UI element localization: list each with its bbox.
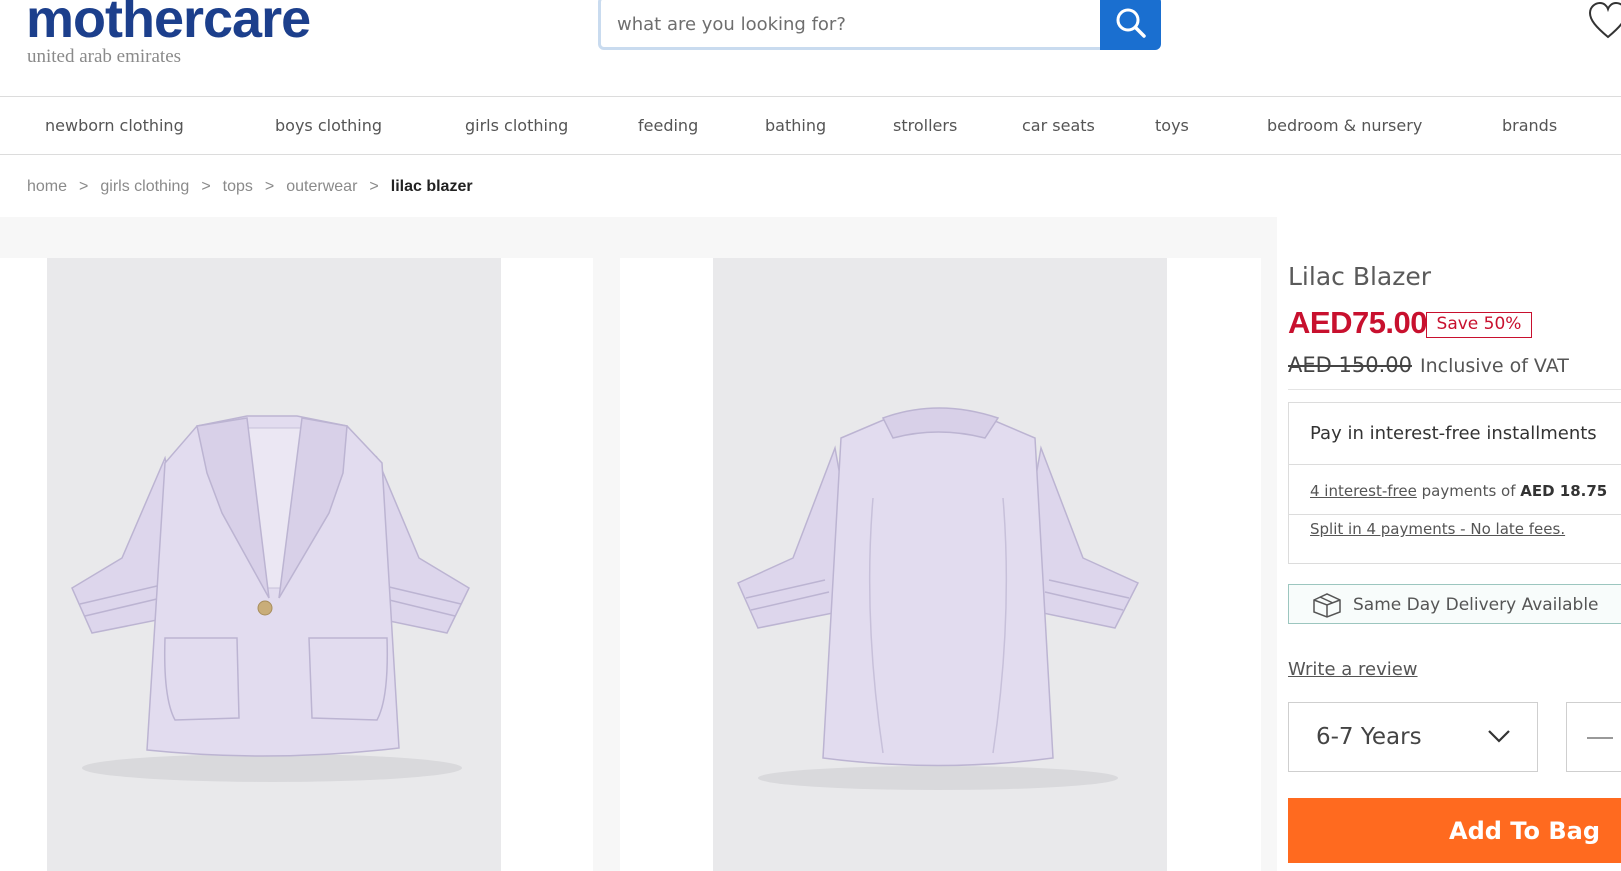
minus-icon[interactable] xyxy=(1587,737,1613,739)
site-region: united arab emirates xyxy=(27,46,182,67)
installments-line: 4 interest-free payments of AED 18.75 xyxy=(1310,482,1607,500)
installments-header: Pay in interest-free installments xyxy=(1289,403,1621,465)
breadcrumb-separator: > xyxy=(369,178,379,195)
nav-item-bedroom-nursery[interactable]: bedroom & nursery xyxy=(1267,116,1422,135)
nav-item-newborn-clothing[interactable]: newborn clothing xyxy=(45,116,184,135)
size-selected: 6-7 Years xyxy=(1316,724,1422,750)
installments-title: Pay in interest-free installments xyxy=(1310,423,1597,444)
nav-item-feeding[interactable]: feeding xyxy=(638,116,698,135)
installment-amount: AED 18.75 xyxy=(1520,482,1608,500)
search-box xyxy=(598,0,1160,50)
product-price: AED75.00 xyxy=(1288,305,1428,340)
breadcrumb-home[interactable]: home xyxy=(27,178,67,196)
product-title: Lilac Blazer xyxy=(1288,262,1432,291)
breadcrumb-separator: > xyxy=(201,178,211,195)
nav-item-bathing[interactable]: bathing xyxy=(765,116,826,135)
product-image-back[interactable] xyxy=(713,258,1167,871)
breadcrumb-outerwear[interactable]: outerwear xyxy=(286,178,357,196)
breadcrumb-separator: > xyxy=(264,178,275,195)
breadcrumb-girls-clothing[interactable]: girls clothing xyxy=(100,178,189,196)
vat-note: Inclusive of VAT xyxy=(1420,355,1569,377)
delivery-text: Same Day Delivery Available xyxy=(1353,595,1599,615)
search-icon xyxy=(1116,8,1146,38)
breadcrumb: home > girls clothing > tops > outerwear > lilac… xyxy=(27,178,473,196)
breadcrumb-tops[interactable]: tops xyxy=(223,178,253,196)
nav-item-brands[interactable]: brands xyxy=(1502,116,1557,135)
same-day-delivery-banner: Same Day Delivery Available xyxy=(1288,584,1621,624)
search-input[interactable] xyxy=(617,9,1087,39)
nav-item-strollers[interactable]: strollers xyxy=(893,116,957,135)
main-nav: newborn clothing boys clothing girls clo… xyxy=(0,96,1621,155)
installments-link[interactable]: 4 interest-free xyxy=(1310,482,1417,500)
add-to-bag-button[interactable]: Add To Bag xyxy=(1288,798,1621,863)
split-payments-link[interactable]: Split in 4 payments - No late fees. xyxy=(1310,520,1565,538)
save-badge: Save 50% xyxy=(1426,312,1532,338)
box-icon xyxy=(1313,593,1341,618)
nav-item-girls-clothing[interactable]: girls clothing xyxy=(465,116,568,135)
breadcrumb-separator: > xyxy=(79,178,89,195)
chevron-down-icon xyxy=(1488,730,1510,743)
divider xyxy=(1288,389,1621,390)
nav-item-car-seats[interactable]: car seats xyxy=(1022,116,1095,135)
product-image-front[interactable] xyxy=(47,258,501,871)
installments-mid-text: payments of xyxy=(1416,482,1521,500)
quantity-stepper[interactable] xyxy=(1566,702,1621,772)
site-header: mothercare united arab emirates xyxy=(0,0,1621,96)
size-select[interactable]: 6-7 Years xyxy=(1288,702,1538,772)
installments-row: 4 interest-free payments of AED 18.75 xyxy=(1289,465,1621,515)
heart-icon[interactable] xyxy=(1588,2,1621,42)
write-review-link[interactable]: Write a review xyxy=(1288,659,1418,680)
breadcrumb-current: lilac blazer xyxy=(390,178,473,195)
installments-box: Pay in interest-free installments 4 inte… xyxy=(1288,402,1621,564)
search-button[interactable] xyxy=(1100,0,1161,50)
nav-item-boys-clothing[interactable]: boys clothing xyxy=(275,116,382,135)
nav-item-toys[interactable]: toys xyxy=(1155,116,1189,135)
original-price: AED 150.00 xyxy=(1288,353,1412,377)
